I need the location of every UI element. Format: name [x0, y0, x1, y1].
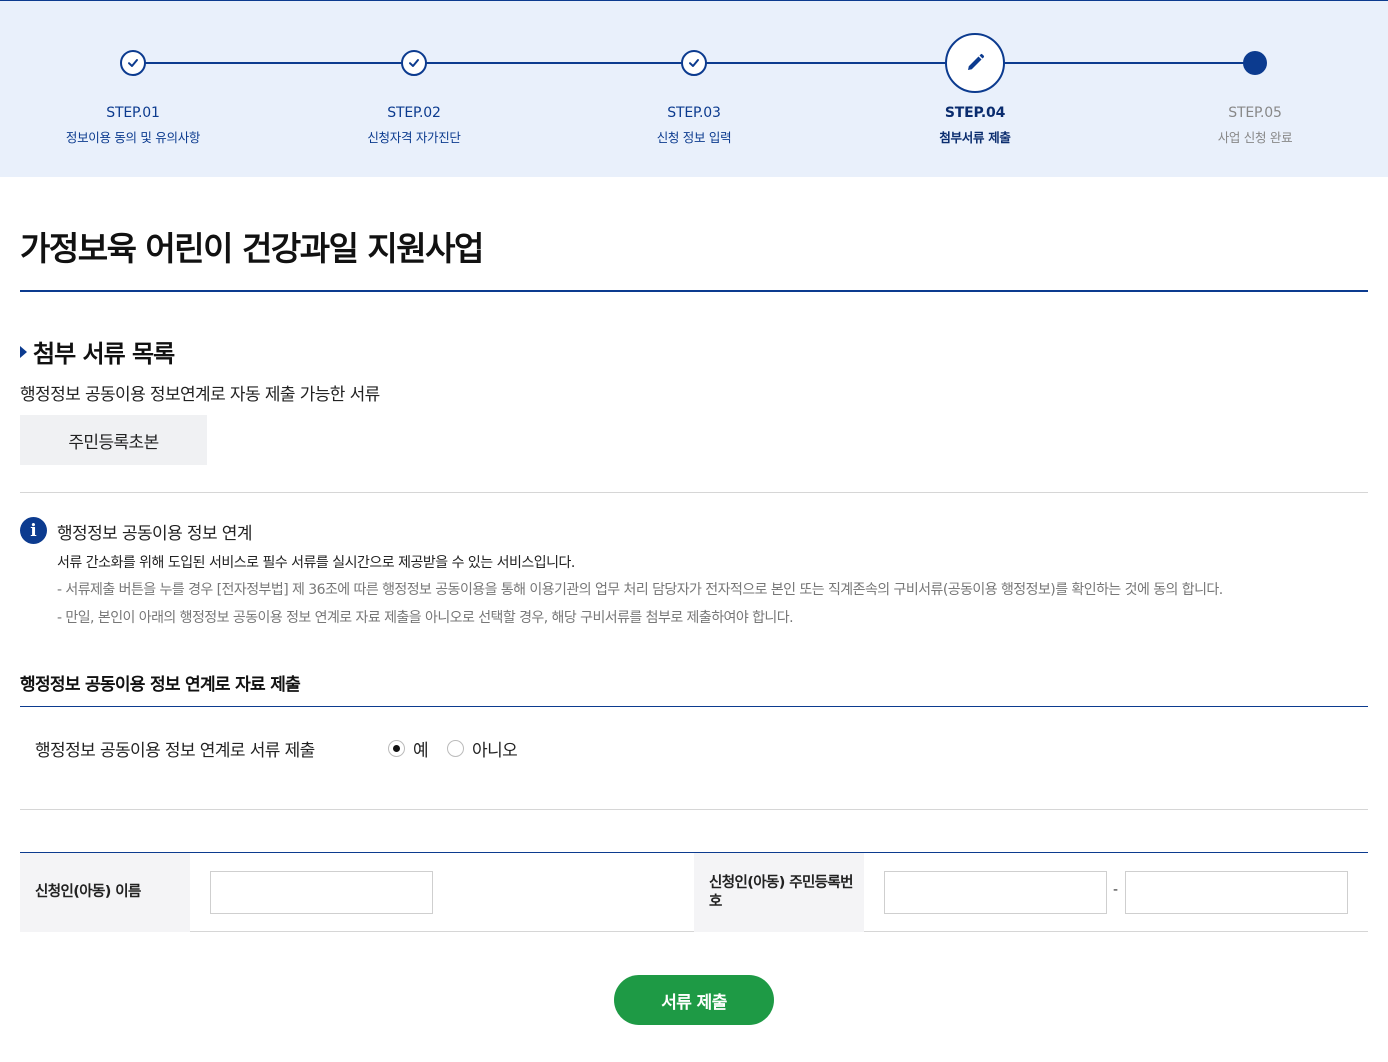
step-number: STEP.05 [1228, 105, 1282, 121]
step-5: STEP.05 사업 신청 완료 [1135, 1, 1375, 178]
progress-stepper: STEP.01 정보이용 동의 및 유의사항 STEP.02 신청자격 자가진단… [0, 0, 1388, 177]
radio-label: 아니오 [472, 741, 518, 761]
info-note: - 서류제출 버튼을 누를 경우 [전자정부법] 제 36조에 따른 행정정보 … [57, 582, 1223, 598]
section-title: 첨부 서류 목록 [33, 340, 175, 368]
rrn-back-input[interactable] [1125, 871, 1348, 914]
info-icon: i [20, 517, 47, 544]
check-icon [401, 50, 427, 76]
linkage-question: 행정정보 공동이용 정보 연계로 서류 제출 [35, 741, 315, 761]
rrn-separator: - [1113, 882, 1119, 898]
step-1: STEP.01 정보이용 동의 및 유의사항 [13, 1, 253, 178]
subsection-title: 행정정보 공동이용 정보 연계로 자료 제출 [20, 675, 301, 695]
submit-documents-button[interactable]: 서류 제출 [614, 975, 774, 1025]
linkage-radio-group: 예 아니오 [388, 736, 536, 761]
section-divider [20, 492, 1368, 493]
step-number: STEP.01 [106, 105, 160, 121]
rrn-front-input[interactable] [884, 871, 1107, 914]
section-heading: 첨부 서류 목록 [20, 334, 175, 369]
name-label: 신청인(아동) 이름 [20, 853, 190, 932]
step-label: 신청 정보 입력 [656, 130, 732, 145]
radio-yes[interactable]: 예 [388, 736, 429, 761]
subsection-divider [20, 706, 1368, 707]
step-label: 신청자격 자가진단 [367, 130, 461, 145]
rrn-label: 신청인(아동) 주민등록번호 [694, 853, 864, 932]
step-number: STEP.04 [944, 105, 1006, 121]
step-3: STEP.03 신청 정보 입력 [574, 1, 814, 178]
step-number: STEP.03 [667, 105, 721, 121]
radio-label: 예 [413, 741, 429, 761]
radio-button-checked[interactable] [388, 740, 405, 757]
applicant-form-row: 신청인(아동) 이름 신청인(아동) 주민등록번호 - [20, 852, 1368, 932]
section-description: 행정정보 공동이용 정보연계로 자동 제출 가능한 서류 [20, 385, 380, 405]
step-2: STEP.02 신청자격 자가진단 [294, 1, 534, 178]
radio-button[interactable] [447, 740, 465, 757]
dot-icon [1243, 51, 1267, 75]
step-label: 정보이용 동의 및 유의사항 [65, 130, 201, 145]
triangle-bullet-icon [20, 345, 27, 358]
section-divider [20, 809, 1368, 810]
page-title: 가정보육 어린이 건강과일 지원사업 [20, 229, 484, 268]
info-description: 서류 간소화를 위해 도입된 서비스로 필수 서류를 실시간으로 제공받을 수 … [57, 555, 575, 571]
step-4: STEP.04 첨부서류 제출 [855, 1, 1095, 178]
pencil-icon [945, 33, 1005, 93]
applicant-name-input[interactable] [210, 871, 433, 914]
radio-no[interactable]: 아니오 [447, 736, 518, 761]
info-note: - 만일, 본인이 아래의 행정정보 공동이용 정보 연계로 자료 제출을 아니… [57, 610, 794, 626]
check-icon [681, 50, 707, 76]
info-title: 행정정보 공동이용 정보 연계 [57, 524, 253, 544]
title-divider [20, 290, 1368, 292]
step-label: 사업 신청 완료 [1217, 130, 1293, 145]
document-chip: 주민등록초본 [20, 415, 207, 465]
step-number: STEP.02 [387, 105, 441, 121]
check-icon [120, 50, 146, 76]
step-label: 첨부서류 제출 [939, 130, 1011, 145]
